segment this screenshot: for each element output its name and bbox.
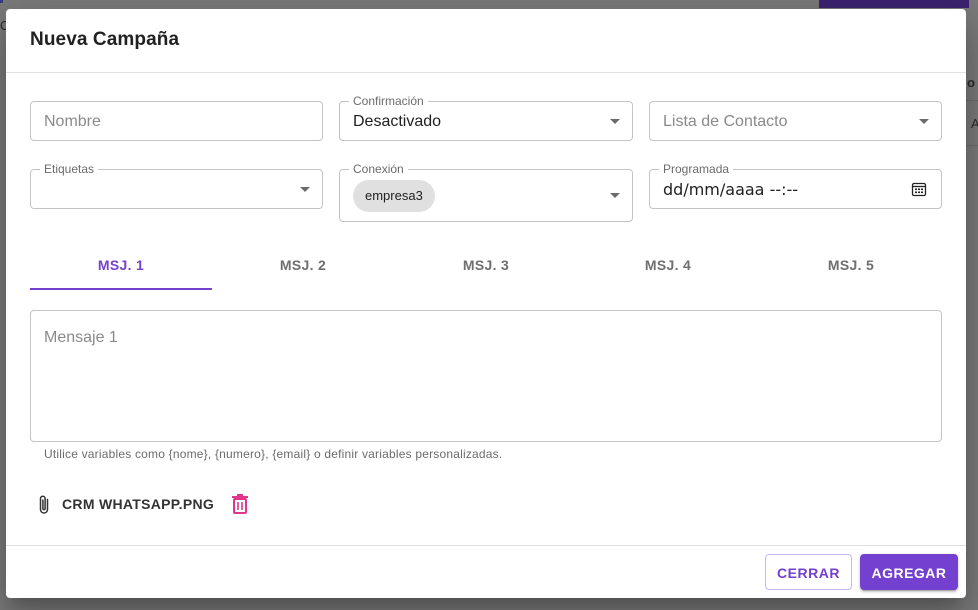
chevron-down-icon bbox=[919, 119, 929, 124]
mensaje-1-textarea[interactable]: Mensaje 1 bbox=[30, 310, 942, 442]
background-text-fragment: o bbox=[967, 75, 975, 90]
attachment-filename: CRM WHATSAPP.PNG bbox=[62, 496, 215, 512]
cerrar-button[interactable]: CERRAR bbox=[765, 554, 852, 590]
nombre-input[interactable]: Nombre bbox=[30, 101, 323, 141]
tab-msj-5[interactable]: MSJ. 5 bbox=[760, 248, 942, 296]
programada-label: Programada bbox=[659, 162, 734, 176]
confirmacion-value: Desactivado bbox=[353, 113, 442, 130]
background-divider bbox=[966, 100, 978, 101]
dialog-title: Nueva Campaña bbox=[30, 29, 180, 50]
chevron-down-icon bbox=[300, 187, 310, 192]
programada-datetime-input[interactable]: Programada dd/mm/aaaa --:-- bbox=[649, 162, 942, 209]
conexion-label: Conexión bbox=[349, 162, 408, 176]
header-divider bbox=[6, 72, 966, 73]
programada-value: dd/mm/aaaa --:-- bbox=[663, 180, 799, 199]
etiquetas-label: Etiquetas bbox=[40, 162, 99, 176]
footer-divider bbox=[6, 545, 966, 546]
new-campaign-dialog: Nueva Campaña Nombre Confirmación Desact… bbox=[6, 9, 966, 598]
conexion-chip: empresa3 bbox=[353, 180, 435, 212]
background-text-fragment: A bbox=[971, 116, 978, 131]
chevron-down-icon bbox=[610, 119, 620, 124]
confirmacion-select[interactable]: Confirmación Desactivado bbox=[339, 94, 633, 141]
nombre-placeholder: Nombre bbox=[44, 113, 101, 130]
background-accent-mark bbox=[0, 0, 3, 3]
tab-msj-3[interactable]: MSJ. 3 bbox=[395, 248, 577, 296]
tab-msj-2[interactable]: MSJ. 2 bbox=[212, 248, 394, 296]
paperclip-icon bbox=[39, 495, 49, 514]
trash-icon[interactable] bbox=[230, 493, 250, 515]
chevron-down-icon bbox=[610, 193, 620, 198]
tab-msj-4[interactable]: MSJ. 4 bbox=[577, 248, 759, 296]
background-divider bbox=[966, 145, 978, 146]
mensaje-placeholder: Mensaje 1 bbox=[44, 329, 118, 346]
tab-indicator bbox=[30, 288, 212, 290]
conexion-select[interactable]: Conexión empresa3 bbox=[339, 162, 633, 222]
agregar-button[interactable]: AGREGAR bbox=[860, 554, 958, 590]
variables-helper-text: Utilice variables como {nome}, {numero},… bbox=[44, 447, 503, 461]
lista-contacto-placeholder: Lista de Contacto bbox=[663, 113, 788, 130]
confirmacion-label: Confirmación bbox=[349, 94, 428, 108]
etiquetas-select[interactable]: Etiquetas bbox=[30, 162, 323, 209]
lista-contacto-select[interactable]: Lista de Contacto bbox=[649, 101, 942, 141]
calendar-icon[interactable] bbox=[911, 181, 927, 197]
background-primary-button bbox=[819, 0, 969, 8]
